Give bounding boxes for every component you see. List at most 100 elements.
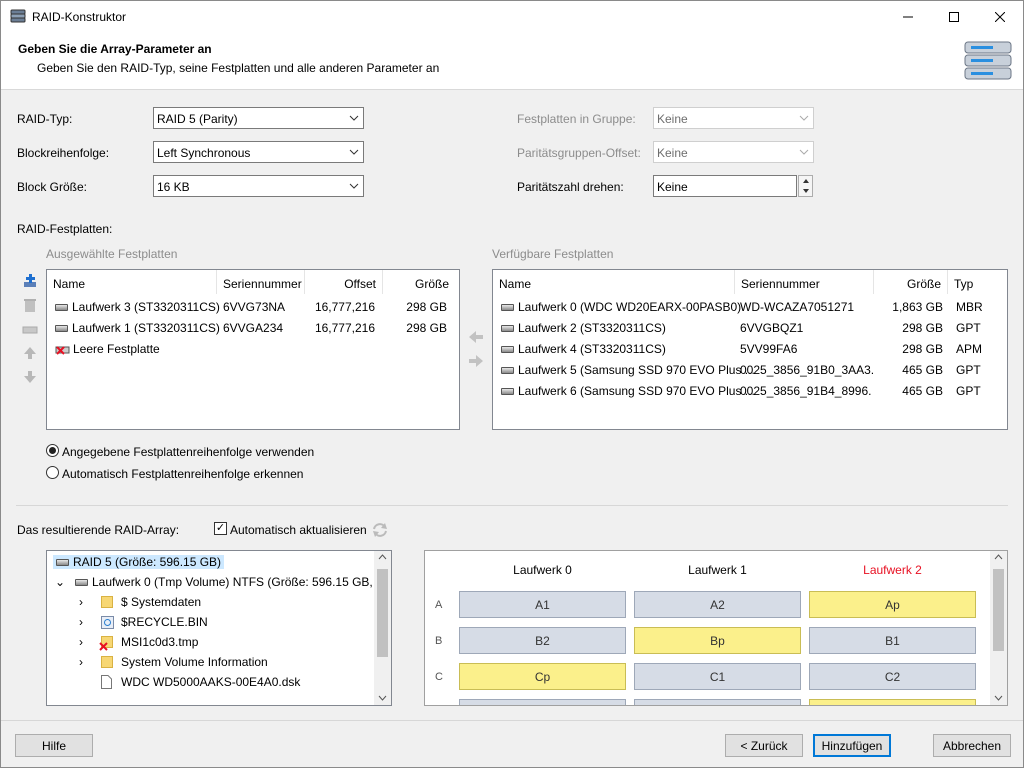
col-offset[interactable]: Offset xyxy=(305,270,383,294)
table-row[interactable]: Laufwerk 2 (ST3320311CS) 6VVGBQZ1 298 GB GP… xyxy=(493,317,1007,338)
title-bar: RAID-Konstruktor xyxy=(1,1,1023,32)
grid-cell: B2 xyxy=(459,627,626,654)
file-icon xyxy=(101,675,112,689)
spin-arrows-icon xyxy=(803,179,809,193)
raid-type-value: RAID 5 (Parity) xyxy=(157,112,238,126)
grid-cell-partial xyxy=(634,699,801,705)
move-down-icon[interactable] xyxy=(22,369,38,385)
raid-layout-grid: Laufwerk 0 Laufwerk 1 Laufwerk 2 A B C A… xyxy=(424,550,1008,706)
auto-detect-order-radio[interactable] xyxy=(46,466,59,479)
tree-scrollbar[interactable] xyxy=(374,551,391,705)
col-name[interactable]: Name xyxy=(47,270,217,294)
grid-cell: C2 xyxy=(809,663,976,690)
parity-offset-value: Keine xyxy=(657,146,688,160)
parity-rotate-label: Paritätszahl drehen: xyxy=(517,180,624,194)
tree-item[interactable]: › System Volume Information xyxy=(47,652,375,672)
auto-update-checkbox[interactable]: ✓ xyxy=(214,522,227,535)
chevron-down-icon xyxy=(799,115,809,121)
tree-item[interactable]: WDC WD5000AAKS-00E4A0.dsk xyxy=(47,672,375,692)
add-button[interactable]: Hinzufügen xyxy=(813,734,891,757)
block-size-select[interactable]: 16 KB xyxy=(153,175,364,197)
grid-row-label: B xyxy=(435,635,443,647)
col-serial[interactable]: Seriennummer xyxy=(217,270,305,294)
scroll-thumb[interactable] xyxy=(993,569,1004,651)
disk-name: Laufwerk 3 (ST3320311CS) xyxy=(55,300,220,314)
scroll-up-icon[interactable] xyxy=(378,554,387,560)
chevron-right-icon[interactable]: › xyxy=(79,655,83,669)
header-title: Geben Sie die Array-Parameter an xyxy=(18,42,212,56)
chevron-right-icon[interactable]: › xyxy=(79,615,83,629)
grid-scrollbar[interactable] xyxy=(990,551,1007,705)
table-row[interactable]: Laufwerk 3 (ST3320311CS) 6VVG73NA 16,777… xyxy=(47,296,459,317)
block-order-value: Left Synchronous xyxy=(157,146,251,160)
auto-update-label[interactable]: Automatisch aktualisieren xyxy=(230,523,367,537)
parity-rotate-input[interactable]: Keine xyxy=(653,175,797,197)
refresh-icon[interactable] xyxy=(371,521,389,539)
maximize-button[interactable] xyxy=(931,1,977,32)
tree-item[interactable]: › MSI1c0d3.tmp xyxy=(47,632,375,652)
grid-cell-partial xyxy=(459,699,626,705)
back-button[interactable]: < Zurück xyxy=(725,734,803,757)
ssd-icon xyxy=(501,388,514,396)
wizard-header: Geben Sie die Array-Parameter an Geben S… xyxy=(1,32,1023,90)
close-button[interactable] xyxy=(977,1,1023,32)
hdd-icon xyxy=(55,304,68,312)
col-type[interactable]: Typ xyxy=(948,270,1007,294)
raid-constructor-window: RAID-Konstruktor Geben Sie die Array-Par… xyxy=(0,0,1024,768)
arrow-right-icon[interactable] xyxy=(468,354,484,368)
parity-rotate-spinner[interactable] xyxy=(798,175,813,197)
minimize-icon xyxy=(903,16,913,17)
col-name[interactable]: Name xyxy=(493,270,735,294)
tree-item[interactable]: › $ Systemdaten xyxy=(47,592,375,612)
disk-name: Leere Festplatte xyxy=(55,342,160,356)
scroll-down-icon[interactable] xyxy=(378,695,387,701)
col-serial[interactable]: Seriennummer xyxy=(735,270,874,294)
empty-disk-x-icon xyxy=(55,346,70,355)
parity-offset-select[interactable]: Keine xyxy=(653,141,814,163)
empty-disk-icon[interactable] xyxy=(22,321,38,337)
selected-disks-list[interactable]: Name Seriennummer Offset Größe Laufwerk … xyxy=(46,269,460,430)
table-row[interactable]: Laufwerk 0 (WDC WD20EARX-00PASB0) WD-WCAZ… xyxy=(493,296,1007,317)
header-subtitle: Geben Sie den RAID-Typ, seine Festplatte… xyxy=(37,61,440,75)
tree-item[interactable]: › $RECYCLE.BIN xyxy=(47,612,375,632)
chevron-down-icon[interactable]: ⌄ xyxy=(55,575,65,589)
help-button[interactable]: Hilfe xyxy=(15,734,93,757)
disk-name: Laufwerk 1 (ST3320311CS) xyxy=(55,321,220,335)
auto-detect-order-label[interactable]: Automatisch Festplattenreihenfolge erken… xyxy=(62,467,303,481)
table-row[interactable]: Laufwerk 6 (Samsung SSD 970 EVO Plus ...… xyxy=(493,380,1007,401)
tree-root[interactable]: RAID 5 (Größe: 596.15 GB) xyxy=(47,552,375,572)
col-size[interactable]: Größe xyxy=(383,270,459,294)
tree-volume[interactable]: ⌄ Laufwerk 0 (Tmp Volume) NTFS (Größe: 59… xyxy=(47,572,391,592)
raid-type-select[interactable]: RAID 5 (Parity) xyxy=(153,107,364,129)
disks-in-group-value: Keine xyxy=(657,112,688,126)
disks-in-group-select[interactable]: Keine xyxy=(653,107,814,129)
block-order-select[interactable]: Left Synchronous xyxy=(153,141,364,163)
add-disk-icon[interactable] xyxy=(22,273,38,289)
arrow-left-icon[interactable] xyxy=(468,330,484,344)
grid-cell: B1 xyxy=(809,627,976,654)
result-tree[interactable]: RAID 5 (Größe: 596.15 GB) ⌄ Laufwerk 0 (T… xyxy=(46,550,392,706)
available-disks-list[interactable]: Name Seriennummer Größe Typ Laufwerk 0 (… xyxy=(492,269,1008,430)
scroll-up-icon[interactable] xyxy=(994,554,1003,560)
close-icon xyxy=(995,11,1005,22)
table-row[interactable]: Laufwerk 1 (ST3320311CS) 6VVGA234 16,777… xyxy=(47,317,459,338)
table-row[interactable]: Leere Festplatte xyxy=(47,338,459,359)
use-given-order-radio[interactable] xyxy=(46,444,59,457)
raid-type-label: RAID-Typ: xyxy=(17,112,73,126)
trash-icon[interactable] xyxy=(22,297,38,313)
move-up-icon[interactable] xyxy=(22,345,38,361)
col-size[interactable]: Größe xyxy=(874,270,948,294)
result-label: Das resultierende RAID-Array: xyxy=(17,523,180,537)
chevron-right-icon[interactable]: › xyxy=(79,635,83,649)
scroll-down-icon[interactable] xyxy=(994,695,1003,701)
raid-icon xyxy=(56,559,69,567)
scroll-thumb[interactable] xyxy=(377,569,388,657)
table-row[interactable]: Laufwerk 4 (ST3320311CS) 5VV99FA6 298 GB AP… xyxy=(493,338,1007,359)
cancel-button[interactable]: Abbrechen xyxy=(933,734,1011,757)
available-disks-caption: Verfügbare Festplatten xyxy=(492,247,614,261)
chevron-right-icon[interactable]: › xyxy=(79,595,83,609)
use-given-order-label[interactable]: Angegebene Festplattenreihenfolge verwen… xyxy=(62,445,314,459)
minimize-button[interactable] xyxy=(885,1,931,32)
table-row[interactable]: Laufwerk 5 (Samsung SSD 970 EVO Plus ...… xyxy=(493,359,1007,380)
footer-divider xyxy=(1,720,1023,721)
